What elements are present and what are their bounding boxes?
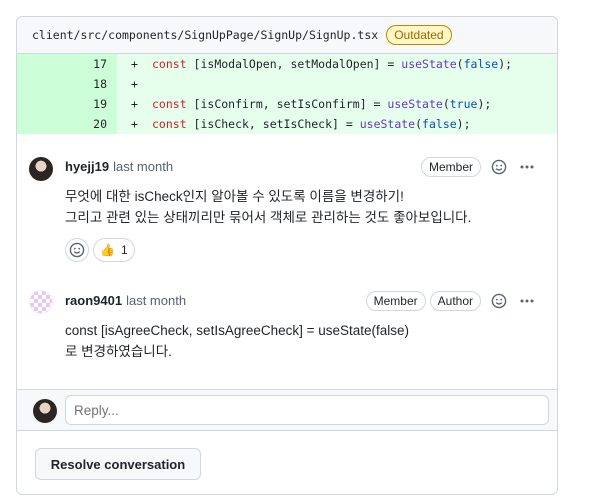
code-token: ( <box>415 117 423 131</box>
avatar[interactable] <box>29 290 53 314</box>
comment-body-line: 그리고 관련 있는 상태끼리만 묶어서 객체로 관리하는 것도 좋아보입니다. <box>65 210 472 225</box>
file-path[interactable]: client/src/components/SignUpPage/SignUp/… <box>32 28 378 42</box>
diff-sign: + <box>131 97 138 111</box>
line-number[interactable]: 18 <box>17 74 117 94</box>
reply-bar <box>17 389 557 431</box>
code-token: const <box>152 97 187 111</box>
diff-line: 17 + const [isModalOpen, setModalOpen] = u… <box>17 54 557 74</box>
smiley-icon <box>69 242 85 258</box>
diff-line: 18 + <box>17 74 557 94</box>
diff-hunk: 17 + const [isModalOpen, setModalOpen] = u… <box>17 54 557 134</box>
comment-author[interactable]: hyejj19 <box>65 159 109 174</box>
code-token: const <box>152 57 187 71</box>
code-token: useState <box>401 57 457 71</box>
code-token: useState <box>387 97 443 111</box>
comment-badges: Member <box>420 157 537 177</box>
comment-timestamp[interactable]: last month <box>126 293 186 308</box>
outdated-badge: Outdated <box>386 25 452 45</box>
comment-body-line: 로 변경하였습니다. <box>65 344 172 359</box>
author-badge: Author <box>429 291 481 311</box>
member-badge: Member <box>420 157 481 177</box>
reactions: 👍 1 <box>65 238 557 262</box>
smiley-icon[interactable] <box>489 157 509 177</box>
comment: hyejj19 last month Member 무엇에 대한 isCheck… <box>17 156 557 272</box>
code-token: ); <box>498 57 513 71</box>
thumbs-up-reaction[interactable]: 👍 1 <box>93 238 135 262</box>
avatar <box>33 399 57 423</box>
diff-line: 19 + const [isConfirm, setIsConfirm] = use… <box>17 94 557 114</box>
diff-sign: + <box>131 57 138 71</box>
code-content: const [isCheck, setIsCheck] = useState(f… <box>152 117 471 131</box>
code-token: false <box>422 117 457 131</box>
comment-timestamp[interactable]: last month <box>113 159 173 174</box>
code-content: const [isModalOpen, setModalOpen] = useS… <box>152 57 512 71</box>
file-header: client/src/components/SignUpPage/SignUp/… <box>17 17 557 54</box>
code-content: const [isConfirm, setIsConfirm] = useSta… <box>152 97 491 111</box>
comment: raon9401 last month Member Author const … <box>17 290 557 368</box>
resolve-conversation-button[interactable]: Resolve conversation <box>35 448 201 480</box>
reply-input[interactable] <box>65 395 549 425</box>
review-thread: client/src/components/SignUpPage/SignUp/… <box>16 16 558 495</box>
avatar[interactable] <box>29 157 53 181</box>
code-token: [isCheck, setIsCheck] = <box>186 117 360 131</box>
diff-sign: + <box>131 117 138 131</box>
reaction-count: 1 <box>120 243 128 257</box>
member-badge: Member <box>365 291 426 311</box>
code-token: const <box>152 117 187 131</box>
comment-author[interactable]: raon9401 <box>65 293 122 308</box>
code-token: false <box>463 57 499 71</box>
code-token: ); <box>477 97 492 111</box>
thumbs-up-icon: 👍 <box>100 243 115 257</box>
line-number[interactable]: 19 <box>17 94 117 114</box>
diff-line: 20 + const [isCheck, setIsCheck] = useStat… <box>17 114 557 134</box>
code-token: ( <box>456 57 464 71</box>
code-token: ); <box>456 117 471 131</box>
smiley-icon[interactable] <box>489 291 509 311</box>
code-token: [isModalOpen, setModalOpen] = <box>186 57 402 71</box>
code-token: useState <box>359 117 416 131</box>
code-token: ( <box>442 97 450 111</box>
line-number[interactable]: 17 <box>17 54 117 74</box>
comment-body-line: const [isAgreeCheck, setIsAgreeCheck] = … <box>65 323 410 338</box>
line-number[interactable]: 20 <box>17 114 117 134</box>
add-reaction-button[interactable] <box>65 238 89 262</box>
comment-body-line: 무엇에 대한 isCheck인지 알아볼 수 있도록 이름을 변경하기! <box>65 189 404 204</box>
diff-sign: + <box>131 77 138 91</box>
code-token: [isConfirm, setIsConfirm] = <box>186 97 388 111</box>
kebab-horizontal-icon[interactable] <box>517 157 537 177</box>
comment-badges: Member Author <box>365 291 537 311</box>
code-token: true <box>449 97 478 111</box>
kebab-horizontal-icon[interactable] <box>517 291 537 311</box>
